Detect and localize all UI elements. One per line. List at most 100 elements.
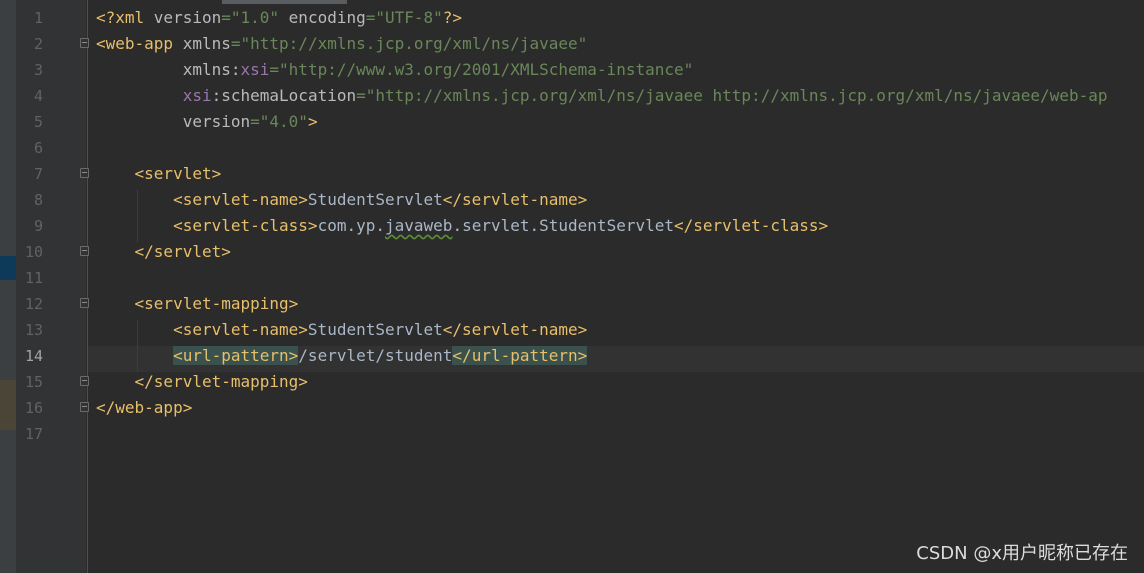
code-text[interactable]: </servlet> (96, 239, 231, 265)
code-token-tagmatch: </url-pattern> (452, 346, 588, 365)
code-line[interactable]: 9 <servlet-class>com.yp.javaweb.servlet.… (0, 213, 1144, 239)
code-token-val: ="UTF-8" (365, 8, 443, 27)
code-token-val: ="http://www.w3.org/2001/XMLSchema-insta… (269, 60, 694, 79)
code-line[interactable]: 16 </web-app> (0, 395, 1144, 421)
line-number: 7 (33, 165, 43, 183)
code-token-attr: :schemaLocation (211, 86, 357, 105)
code-text[interactable]: <servlet> (96, 161, 222, 187)
line-number: 14 (24, 347, 43, 365)
code-token-text: .servlet.StudentServlet (452, 216, 674, 235)
fold-toggle-icon[interactable] (80, 376, 89, 386)
code-token-text: StudentServlet (307, 190, 443, 209)
line-number: 15 (24, 373, 43, 391)
code-token-attr: version (182, 112, 251, 131)
line-number: 16 (24, 399, 43, 417)
line-number: 12 (24, 295, 43, 313)
code-line[interactable]: 1 <?xml version="1.0" encoding="UTF-8"?> (0, 5, 1144, 31)
fold-toggle-icon[interactable] (80, 38, 89, 48)
code-line[interactable]: 14 <url-pattern>/servlet/student</url-pa… (0, 343, 1144, 369)
code-token-tag: <servlet-class> (173, 216, 318, 235)
code-token-attr: xmlns (182, 34, 231, 53)
line-number: 17 (24, 425, 43, 443)
code-line[interactable]: 13 <servlet-name>StudentServlet</servlet… (0, 317, 1144, 343)
code-line[interactable]: 2 <web-app xmlns="http://xmlns.jcp.org/xm… (0, 31, 1144, 57)
code-token-val: ="1.0" (221, 8, 289, 27)
code-token-val: ="http://xmlns.jcp.org/xml/ns/javaee htt… (356, 86, 1108, 105)
code-token-tag: </servlet> (134, 242, 231, 261)
code-token-tag: </servlet-name> (442, 320, 588, 339)
code-line[interactable]: 11 (0, 265, 1144, 291)
code-token-text: /servlet/student (298, 346, 453, 365)
code-token-attr: version (153, 8, 222, 27)
code-line[interactable]: 3 xmlns:xsi="http://www.w3.org/2001/XMLS… (0, 57, 1144, 83)
code-text[interactable]: xsi:schemaLocation="http://xmlns.jcp.org… (96, 83, 1108, 109)
fold-toggle-icon[interactable] (80, 246, 89, 256)
code-token-tag: <web-app (96, 34, 183, 53)
line-number: 2 (33, 35, 43, 53)
line-number: 5 (33, 113, 43, 131)
code-token-text: com.yp. (317, 216, 385, 235)
line-number: 6 (33, 139, 43, 157)
fold-toggle-icon[interactable] (80, 298, 89, 308)
code-token-tag: > (307, 112, 318, 131)
code-text[interactable]: xmlns:xsi="http://www.w3.org/2001/XMLSch… (96, 57, 694, 83)
code-token-tag: </servlet-name> (442, 190, 588, 209)
code-line[interactable]: 7 <servlet> (0, 161, 1144, 187)
line-number: 13 (24, 321, 43, 339)
code-text[interactable]: <servlet-mapping> (96, 291, 299, 317)
code-token-tag: </servlet-mapping> (134, 372, 308, 391)
code-token-tag: <servlet-mapping> (134, 294, 299, 313)
code-token-val: ="4.0" (250, 112, 308, 131)
code-token-ns: xsi (182, 86, 212, 105)
horizontal-scrollbar-thumb[interactable] (222, 0, 347, 4)
code-token-tag: </web-app> (96, 398, 193, 417)
code-token-attr: xmlns: (182, 60, 241, 79)
code-text[interactable]: version="4.0"> (96, 109, 318, 135)
fold-toggle-icon[interactable] (80, 402, 89, 412)
code-token-text: StudentServlet (307, 320, 443, 339)
code-line[interactable]: 12 <servlet-mapping> (0, 291, 1144, 317)
watermark: CSDN @x用户昵称已存在 (916, 543, 1128, 564)
code-token-tag: <servlet-name> (173, 320, 308, 339)
code-line[interactable]: 10 </servlet> (0, 239, 1144, 265)
code-token-tag: <?xml (96, 8, 154, 27)
code-text[interactable]: <servlet-name>StudentServlet</servlet-na… (96, 317, 587, 343)
code-text[interactable]: <url-pattern>/servlet/student</url-patte… (96, 343, 588, 369)
code-line[interactable]: 5 version="4.0"> (0, 109, 1144, 135)
code-line[interactable]: 17 (0, 421, 1144, 447)
code-text[interactable]: <servlet-class>com.yp.javaweb.servlet.St… (96, 213, 828, 239)
code-line[interactable]: 6 (0, 135, 1144, 161)
code-text[interactable]: <servlet-name>StudentServlet</servlet-na… (96, 187, 587, 213)
code-text[interactable]: </servlet-mapping> (96, 369, 308, 395)
fold-toggle-icon[interactable] (80, 168, 89, 178)
code-line[interactable]: 8 <servlet-name>StudentServlet</servlet-… (0, 187, 1144, 213)
line-number: 4 (33, 87, 43, 105)
code-text[interactable]: <?xml version="1.0" encoding="UTF-8"?> (96, 5, 462, 31)
code-token-ns: xsi (240, 60, 270, 79)
code-editor[interactable]: 1 <?xml version="1.0" encoding="UTF-8"?> 2… (0, 0, 1144, 573)
code-token-tag: </servlet-class> (674, 216, 829, 235)
code-line[interactable]: 15 </servlet-mapping> (0, 369, 1144, 395)
code-text[interactable]: <web-app xmlns="http://xmlns.jcp.org/xml… (96, 31, 587, 57)
line-number: 10 (24, 243, 43, 261)
line-number: 1 (33, 9, 43, 27)
code-token-attr: encoding (288, 8, 366, 27)
line-number: 11 (24, 269, 43, 287)
code-text[interactable]: </web-app> (96, 395, 192, 421)
code-line[interactable]: 4 xsi:schemaLocation="http://xmlns.jcp.o… (0, 83, 1144, 109)
code-token-tag: <servlet-name> (173, 190, 308, 209)
line-number: 8 (33, 191, 43, 209)
line-number: 9 (33, 217, 43, 235)
code-token-typo: javaweb (385, 216, 453, 235)
line-number: 3 (33, 61, 43, 79)
